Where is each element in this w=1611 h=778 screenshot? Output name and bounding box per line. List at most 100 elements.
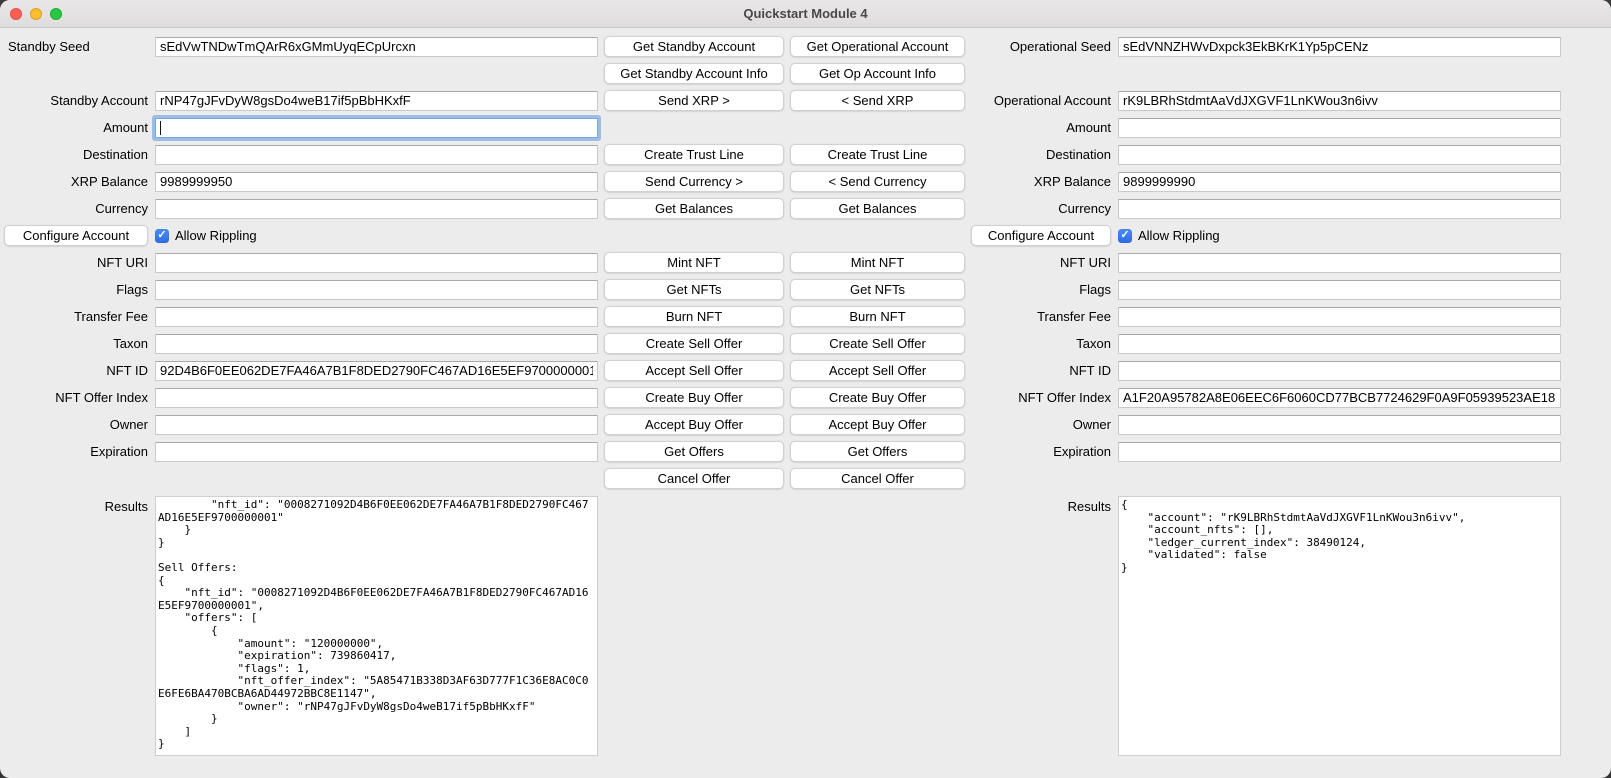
operational-destination-input[interactable] bbox=[1118, 145, 1561, 165]
standby-account-label: Standby Account bbox=[4, 93, 148, 108]
send-currency-standby-button[interactable]: Send Currency > bbox=[604, 171, 784, 192]
operational-xrp-balance-label: XRP Balance bbox=[971, 174, 1111, 189]
operational-seed-input[interactable] bbox=[1118, 37, 1561, 57]
accept-buy-offer-op-button[interactable]: Accept Buy Offer bbox=[790, 414, 965, 435]
get-offers-op-button[interactable]: Get Offers bbox=[790, 441, 965, 462]
destination-row: Destination Create Trust Line Create Tru… bbox=[4, 141, 1611, 168]
get-standby-account-info-button[interactable]: Get Standby Account Info bbox=[604, 63, 784, 84]
operational-results-text[interactable]: { "account": "rK9LBRhStdmtAaVdJXGVF1LnKW… bbox=[1118, 496, 1561, 756]
cancel-offer-op-button[interactable]: Cancel Offer bbox=[790, 468, 965, 489]
currency-row: Currency Get Balances Get Balances Curre… bbox=[4, 195, 1611, 222]
standby-results-label: Results bbox=[4, 496, 148, 514]
operational-nft-offer-index-label: NFT Offer Index bbox=[971, 390, 1111, 405]
send-currency-op-button[interactable]: < Send Currency bbox=[790, 171, 965, 192]
create-trust-line-standby-button[interactable]: Create Trust Line bbox=[604, 144, 784, 165]
standby-destination-input[interactable] bbox=[155, 145, 598, 165]
operational-results-label: Results bbox=[971, 496, 1111, 514]
standby-amount-input[interactable] bbox=[155, 118, 598, 138]
operational-nft-uri-input[interactable] bbox=[1118, 253, 1561, 273]
account-info-row: Get Standby Account Info Get Op Account … bbox=[4, 60, 1611, 87]
burn-nft-op-button[interactable]: Burn NFT bbox=[790, 306, 965, 327]
checkmark-icon: ✓ bbox=[157, 230, 166, 241]
get-nfts-op-button[interactable]: Get NFTs bbox=[790, 279, 965, 300]
standby-xrp-balance-input[interactable] bbox=[155, 172, 598, 192]
minimize-button[interactable] bbox=[30, 8, 42, 20]
standby-expiration-input[interactable] bbox=[155, 442, 598, 462]
standby-flags-label: Flags bbox=[4, 282, 148, 297]
standby-currency-input[interactable] bbox=[155, 199, 598, 219]
standby-nft-uri-label: NFT URI bbox=[4, 255, 148, 270]
xrp-balance-row: XRP Balance Send Currency > < Send Curre… bbox=[4, 168, 1611, 195]
operational-flags-label: Flags bbox=[971, 282, 1111, 297]
mint-nft-standby-button[interactable]: Mint NFT bbox=[604, 252, 784, 273]
get-balances-standby-button[interactable]: Get Balances bbox=[604, 198, 784, 219]
standby-transfer-fee-input[interactable] bbox=[155, 307, 598, 327]
operational-transfer-fee-input[interactable] bbox=[1118, 307, 1561, 327]
configure-account-op-button[interactable]: Configure Account bbox=[971, 225, 1111, 246]
get-offers-standby-button[interactable]: Get Offers bbox=[604, 441, 784, 462]
operational-amount-label: Amount bbox=[971, 120, 1111, 135]
accept-sell-offer-standby-button[interactable]: Accept Sell Offer bbox=[604, 360, 784, 381]
standby-seed-label: Standby Seed bbox=[4, 39, 148, 54]
operational-flags-input[interactable] bbox=[1118, 280, 1561, 300]
main-content: Standby Seed Get Standby Account Get Ope… bbox=[0, 28, 1611, 756]
standby-results-text[interactable]: "nft_id": "0008271092D4B6F0EE062DE7FA46A… bbox=[155, 496, 598, 756]
accept-buy-offer-standby-button[interactable]: Accept Buy Offer bbox=[604, 414, 784, 435]
configure-account-standby-button[interactable]: Configure Account bbox=[4, 225, 148, 246]
standby-destination-label: Destination bbox=[4, 147, 148, 162]
create-buy-offer-standby-button[interactable]: Create Buy Offer bbox=[604, 387, 784, 408]
operational-taxon-input[interactable] bbox=[1118, 334, 1561, 354]
nft-offer-index-row: NFT Offer Index Create Buy Offer Create … bbox=[4, 384, 1611, 411]
operational-account-input[interactable] bbox=[1118, 91, 1561, 111]
operational-expiration-label: Expiration bbox=[971, 444, 1111, 459]
operational-amount-input[interactable] bbox=[1118, 118, 1561, 138]
standby-xrp-balance-label: XRP Balance bbox=[4, 174, 148, 189]
standby-currency-label: Currency bbox=[4, 201, 148, 216]
accept-sell-offer-op-button[interactable]: Accept Sell Offer bbox=[790, 360, 965, 381]
standby-account-input[interactable] bbox=[155, 91, 598, 111]
account-row: Standby Account Send XRP > < Send XRP Op… bbox=[4, 87, 1611, 114]
get-balances-op-button[interactable]: Get Balances bbox=[790, 198, 965, 219]
mint-nft-op-button[interactable]: Mint NFT bbox=[790, 252, 965, 273]
standby-taxon-input[interactable] bbox=[155, 334, 598, 354]
titlebar[interactable]: Quickstart Module 4 bbox=[0, 0, 1611, 28]
standby-nft-offer-index-input[interactable] bbox=[155, 388, 598, 408]
send-xrp-op-button[interactable]: < Send XRP bbox=[790, 90, 965, 111]
create-buy-offer-op-button[interactable]: Create Buy Offer bbox=[790, 387, 965, 408]
operational-nft-id-input[interactable] bbox=[1118, 361, 1561, 381]
operational-owner-input[interactable] bbox=[1118, 415, 1561, 435]
operational-currency-input[interactable] bbox=[1118, 199, 1561, 219]
get-nfts-standby-button[interactable]: Get NFTs bbox=[604, 279, 784, 300]
get-op-account-info-button[interactable]: Get Op Account Info bbox=[790, 63, 965, 84]
create-sell-offer-standby-button[interactable]: Create Sell Offer bbox=[604, 333, 784, 354]
get-standby-account-button[interactable]: Get Standby Account bbox=[604, 36, 784, 57]
standby-nft-id-input[interactable] bbox=[155, 361, 598, 381]
standby-seed-input[interactable] bbox=[155, 37, 598, 57]
standby-nft-uri-input[interactable] bbox=[155, 253, 598, 273]
operational-nft-offer-index-input[interactable] bbox=[1118, 388, 1561, 408]
create-trust-line-op-button[interactable]: Create Trust Line bbox=[790, 144, 965, 165]
transfer-fee-row: Transfer Fee Burn NFT Burn NFT Transfer … bbox=[4, 303, 1611, 330]
send-xrp-standby-button[interactable]: Send XRP > bbox=[604, 90, 784, 111]
allow-rippling-standby-checkbox[interactable]: ✓ bbox=[155, 229, 169, 243]
standby-flags-input[interactable] bbox=[155, 280, 598, 300]
operational-owner-label: Owner bbox=[971, 417, 1111, 432]
owner-row: Owner Accept Buy Offer Accept Buy Offer … bbox=[4, 411, 1611, 438]
allow-rippling-op-checkbox[interactable]: ✓ bbox=[1118, 229, 1132, 243]
create-sell-offer-op-button[interactable]: Create Sell Offer bbox=[790, 333, 965, 354]
cancel-offer-standby-button[interactable]: Cancel Offer bbox=[604, 468, 784, 489]
operational-expiration-input[interactable] bbox=[1118, 442, 1561, 462]
standby-expiration-label: Expiration bbox=[4, 444, 148, 459]
standby-nft-id-label: NFT ID bbox=[4, 363, 148, 378]
zoom-button[interactable] bbox=[50, 8, 62, 20]
operational-seed-label: Operational Seed bbox=[971, 39, 1111, 54]
window-controls bbox=[0, 8, 62, 20]
burn-nft-standby-button[interactable]: Burn NFT bbox=[604, 306, 784, 327]
get-operational-account-button[interactable]: Get Operational Account bbox=[790, 36, 965, 57]
standby-owner-input[interactable] bbox=[155, 415, 598, 435]
operational-xrp-balance-input[interactable] bbox=[1118, 172, 1561, 192]
standby-amount-label: Amount bbox=[4, 120, 148, 135]
operational-transfer-fee-label: Transfer Fee bbox=[971, 309, 1111, 324]
close-button[interactable] bbox=[10, 8, 22, 20]
configure-row: Configure Account ✓ Allow Rippling Confi… bbox=[4, 222, 1611, 249]
